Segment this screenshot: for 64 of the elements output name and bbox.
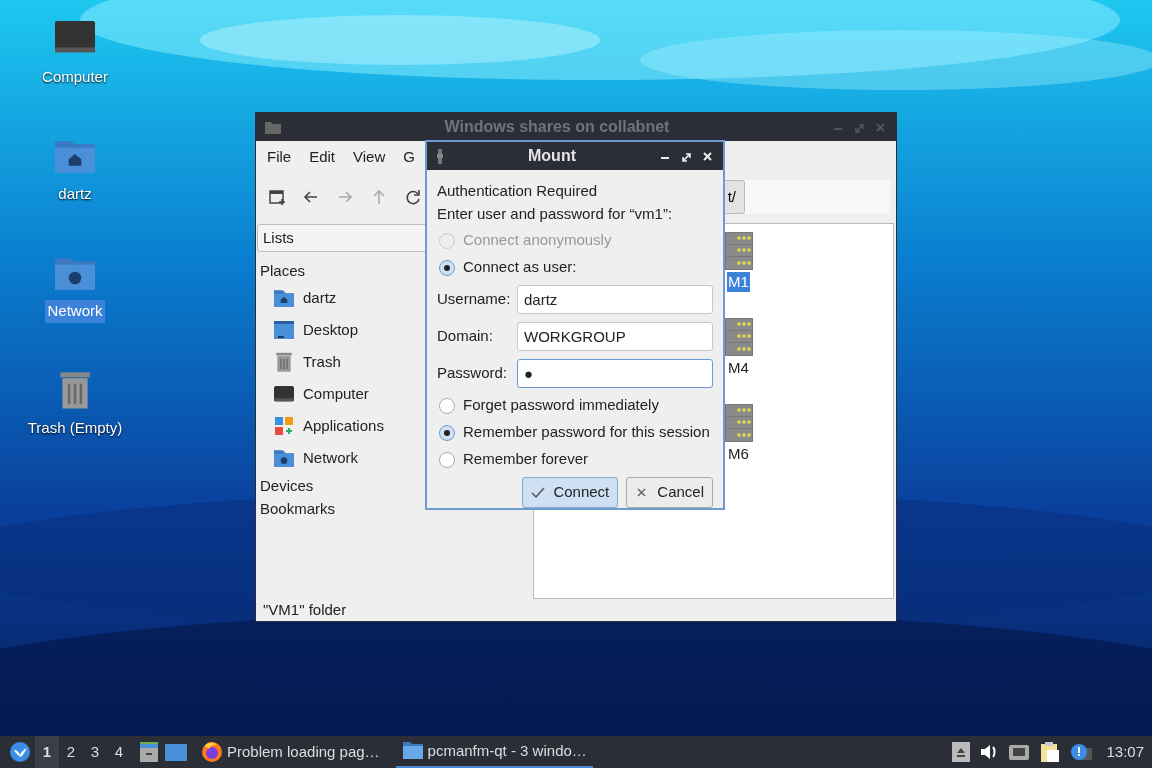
- browser-icon: [201, 741, 223, 763]
- connect-button[interactable]: Connect: [522, 477, 619, 508]
- radio-button[interactable]: [439, 397, 455, 414]
- workspace-button[interactable]: 4: [107, 736, 131, 768]
- check-icon: [531, 485, 546, 500]
- sidebar-item-label: Applications: [303, 415, 384, 436]
- input-field[interactable]: WORKGROUP: [517, 322, 713, 351]
- eject-icon: [952, 742, 971, 762]
- cancel-button[interactable]: Cancel: [626, 477, 713, 508]
- menu-item[interactable]: File: [258, 145, 301, 169]
- file-label[interactable]: M6: [727, 444, 750, 464]
- home-folder-icon: [273, 287, 295, 309]
- desktop-icon-label[interactable]: Network: [45, 300, 105, 323]
- folder-icon: [401, 740, 424, 762]
- file-cabinet-icon: [139, 741, 159, 763]
- server-icon: [725, 318, 753, 356]
- field-label: Password:: [437, 363, 509, 384]
- radio-label[interactable]: Connect as user:: [463, 256, 577, 279]
- radio-label[interactable]: Remember forever: [463, 448, 589, 471]
- desktop-icon: [165, 742, 187, 762]
- sidebar-item-label: Desktop: [303, 319, 359, 340]
- radio-button[interactable]: [439, 424, 455, 441]
- radio-button[interactable]: [439, 451, 455, 468]
- desktop-icon-label[interactable]: Trash (Empty): [25, 417, 125, 440]
- input-field[interactable]: ●: [517, 359, 713, 388]
- dialog-heading: Authentication Required: [437, 181, 599, 201]
- menu-item[interactable]: G: [394, 145, 424, 169]
- radio-label[interactable]: Remember password for this session: [463, 421, 710, 444]
- workspace-button[interactable]: 3: [83, 736, 107, 768]
- reload-icon: [404, 188, 422, 206]
- taskbar-task[interactable]: Problem loading pag…: [195, 736, 386, 768]
- sidebar-item-label: dartz: [303, 287, 337, 308]
- window-title: Windows shares on collabnet: [443, 117, 671, 137]
- sidebar-item-label: Computer: [303, 383, 369, 404]
- sidebar-item-label: Trash: [303, 351, 341, 372]
- field-label: Username:: [437, 289, 512, 310]
- server-icon: [725, 404, 753, 442]
- field-label: Domain:: [437, 326, 494, 347]
- desktop-icon: [273, 319, 295, 341]
- radio-label[interactable]: Forget password immediately: [463, 394, 659, 417]
- clipboard-icon: [1040, 741, 1061, 763]
- network-folder-icon: [273, 447, 295, 469]
- applications-icon: [273, 415, 295, 437]
- input-field[interactable]: dartz: [517, 285, 713, 314]
- network-port-icon: [1008, 742, 1031, 762]
- notification-icon: [1070, 742, 1093, 762]
- workspace-button[interactable]: 1: [35, 736, 59, 768]
- radio-button[interactable]: [439, 259, 455, 276]
- location-field[interactable]: [745, 180, 890, 214]
- file-label[interactable]: M4: [727, 358, 750, 378]
- clock[interactable]: 13:07: [1106, 740, 1144, 764]
- workspace-button[interactable]: 2: [59, 736, 83, 768]
- status-bar-text: "VM1" folder: [262, 600, 348, 620]
- file-label[interactable]: M1: [727, 272, 750, 292]
- dialog-prompt: Enter user and password for “vm1”:: [437, 203, 674, 224]
- lock-icon: [435, 148, 445, 164]
- new-tab-icon: [268, 188, 286, 206]
- dialog-title: Mount: [527, 146, 577, 166]
- taskbar-task[interactable]: pcmanfm-qt - 3 windo…: [395, 736, 593, 768]
- server-icon: [725, 232, 753, 270]
- trash-icon: [273, 351, 295, 373]
- menu-item[interactable]: View: [344, 145, 395, 169]
- sidebar-item-label: Network: [303, 447, 358, 468]
- menu-item[interactable]: Edit: [300, 145, 345, 169]
